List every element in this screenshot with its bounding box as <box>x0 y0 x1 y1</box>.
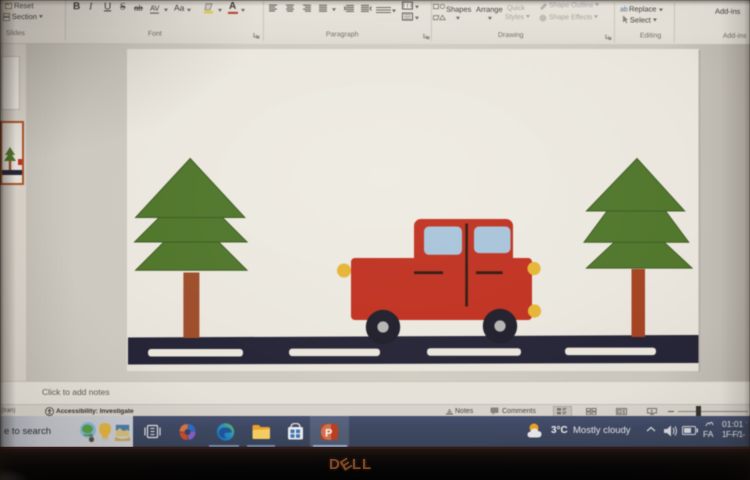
svg-text:P: P <box>325 428 332 440</box>
svg-text:ab: ab <box>620 6 628 12</box>
